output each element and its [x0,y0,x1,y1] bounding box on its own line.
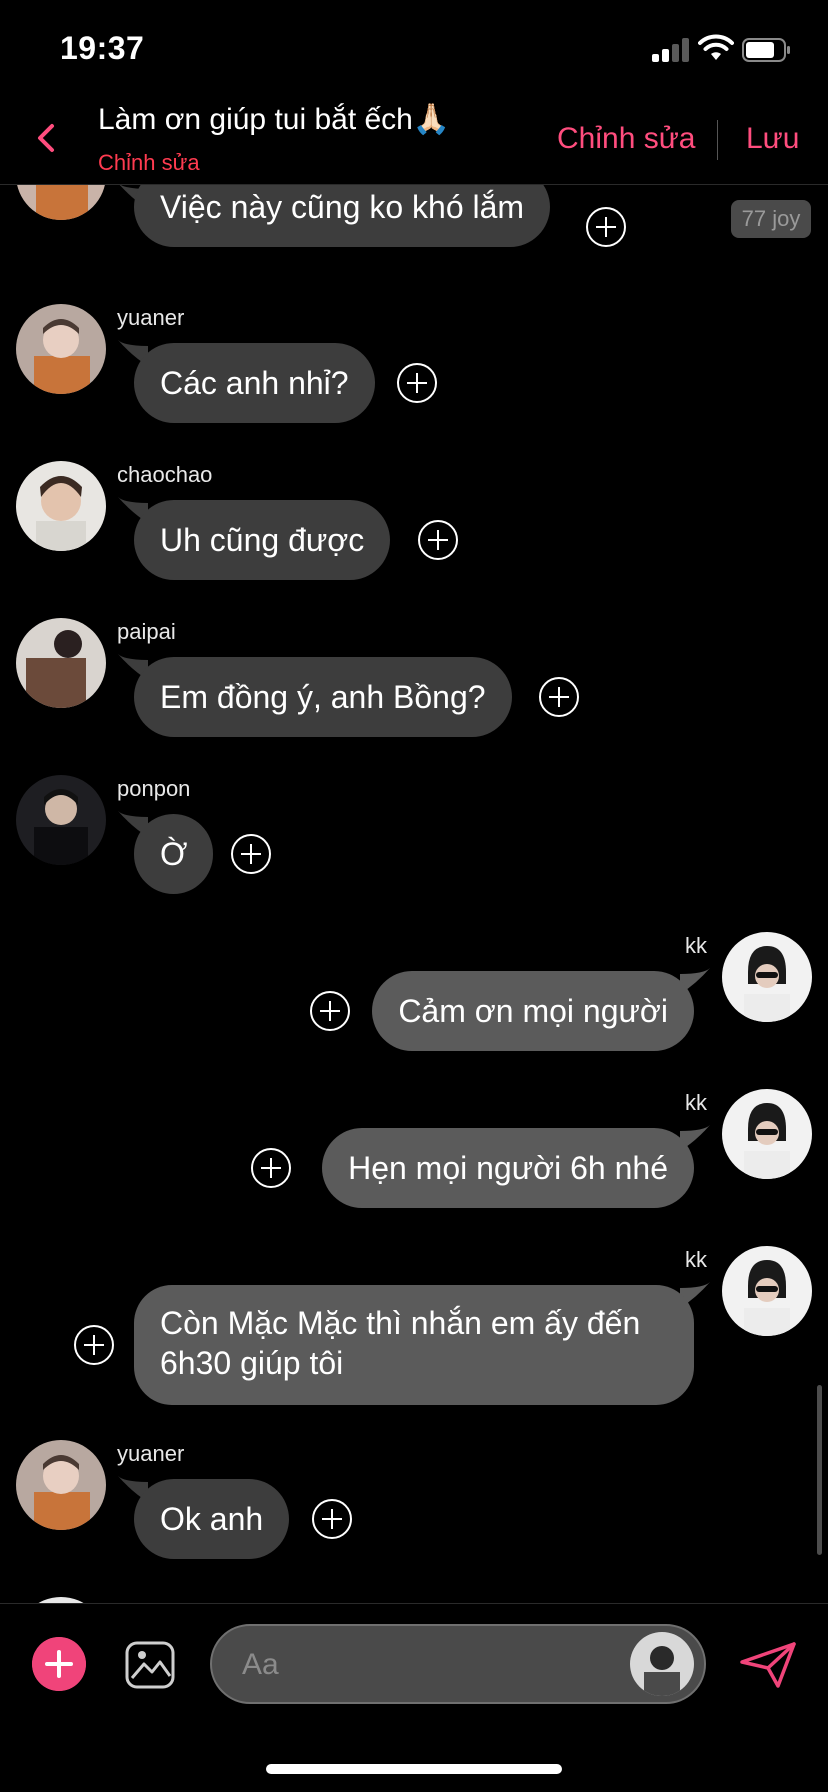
avatar[interactable] [722,1246,812,1336]
image-icon[interactable] [124,1640,176,1690]
message-bubble[interactable]: Còn Mặc Mặc thì nhắn em ấy đến 6h30 giúp… [134,1285,694,1405]
react-plus-icon[interactable] [309,990,351,1032]
message-input[interactable] [240,1626,574,1704]
wifi-icon [698,34,734,60]
avatar[interactable] [16,185,106,220]
react-plus-icon[interactable] [311,1498,353,1540]
avatar[interactable] [16,1440,106,1530]
sender-name: yuaner [117,305,185,330]
avatar[interactable] [16,304,106,394]
cellular-signal-icon [652,38,690,62]
react-plus-icon[interactable] [585,206,627,248]
message-bubble[interactable]: Việc này cũng ko khó lắm [134,185,551,247]
sender-name: yuaner [117,1441,185,1466]
status-time: 19:37 [60,30,145,66]
avatar[interactable] [630,1632,694,1696]
add-plus-icon[interactable] [32,1637,86,1691]
edit-button[interactable]: Chỉnh sửa [557,122,696,156]
react-plus-icon[interactable] [538,676,580,718]
avatar[interactable] [16,461,106,551]
message-bubble[interactable]: Cảm ơn mọi người [372,971,694,1051]
avatar[interactable] [16,775,106,865]
avatar[interactable] [722,932,812,1022]
joy-badge: 77 joy [731,200,811,238]
sender-name: kk [685,1247,707,1272]
sender-name: kk [685,1090,707,1115]
chat-subtitle-edit[interactable]: Chỉnh sửa [98,150,200,176]
sender-name: kk [685,933,707,958]
avatar[interactable] [722,1089,812,1179]
chat-header: Làm ơn giúp tui bắt ếch🙏🏻 Chỉnh sửa Chỉn… [0,96,828,185]
react-plus-icon[interactable] [396,362,438,404]
status-bar: 19:37 [0,0,828,96]
message-bubble[interactable]: Uh cũng được [134,500,391,580]
react-plus-icon[interactable] [230,833,272,875]
message-bubble[interactable]: Ờ [134,814,214,894]
save-button[interactable]: Lưu [746,122,799,156]
chat-screen: 19:37 Làm ơn giúp tui bắt ếch🙏🏻 Chỉnh sử… [0,0,828,1792]
sender-name: ponpon [117,776,191,801]
react-plus-icon[interactable] [417,519,459,561]
home-indicator[interactable] [266,1764,562,1774]
chat-title: Làm ơn giúp tui bắt ếch🙏🏻 [98,103,451,136]
message-bubble[interactable]: Ok anh [134,1479,290,1559]
message-bubble[interactable]: Hẹn mọi người 6h nhé [322,1128,694,1208]
back-chevron-icon[interactable] [28,116,64,160]
react-plus-icon[interactable] [73,1324,115,1366]
battery-icon [742,38,790,62]
sender-name: paipai [117,619,176,644]
avatar[interactable] [16,618,106,708]
send-icon[interactable] [738,1640,798,1690]
scrollbar[interactable] [817,1385,822,1555]
sender-name: chaochao [117,462,213,487]
message-list[interactable]: Việc này cũng ko khó lắm 77 joy yuaner C… [0,185,828,1603]
message-input-field[interactable] [210,1624,706,1704]
message-bubble[interactable]: Em đồng ý, anh Bồng? [134,657,512,737]
message-bubble[interactable]: Các anh nhỉ? [134,343,375,423]
header-divider [717,120,718,160]
react-plus-icon[interactable] [250,1147,292,1189]
